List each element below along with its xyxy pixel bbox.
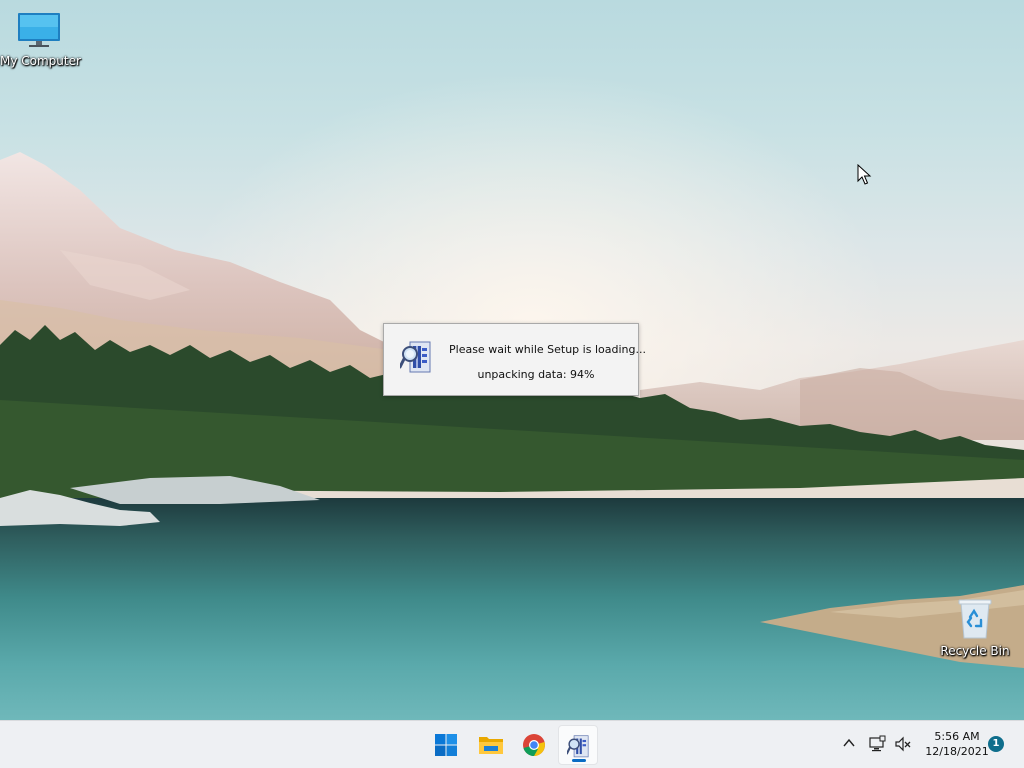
- desktop: My Computer Recycle Bin Please wait whil…: [0, 0, 1024, 720]
- taskbar: 5:56 AM 12/18/2021: [0, 720, 1024, 768]
- clock-time: 5:56 AM: [934, 730, 980, 743]
- windows-start-icon: [435, 734, 457, 756]
- desktop-icon-label: My Computer: [0, 54, 81, 68]
- monitor-icon: [18, 13, 60, 47]
- chrome-icon: [523, 734, 545, 756]
- chevron-up-icon[interactable]: [842, 736, 856, 750]
- mouse-cursor-icon: [857, 164, 872, 185]
- setup-installer-icon: [567, 735, 589, 758]
- taskbar-setup-button[interactable]: [558, 725, 598, 765]
- file-explorer-icon: [479, 737, 503, 754]
- recycle-bin-icon: [958, 599, 992, 639]
- desktop-icon-recycle-bin[interactable]: Recycle Bin: [935, 598, 1015, 658]
- desktop-icon-my-computer[interactable]: My Computer: [0, 10, 81, 68]
- setup-loading-dialog: Please wait while Setup is loading... un…: [383, 323, 646, 396]
- taskbar-chrome-button[interactable]: [514, 725, 554, 765]
- notification-badge[interactable]: 1: [988, 736, 1004, 752]
- start-button[interactable]: [426, 725, 466, 765]
- dialog-message: Please wait while Setup is loading...: [449, 343, 646, 356]
- taskbar-clock[interactable]: 5:56 AM 12/18/2021: [916, 729, 998, 759]
- dialog-status: unpacking data: 94%: [477, 368, 595, 381]
- network-icon[interactable]: [868, 735, 886, 753]
- volume-muted-icon[interactable]: [894, 735, 912, 753]
- clock-date: 12/18/2021: [925, 745, 989, 758]
- desktop-icon-label: Recycle Bin: [940, 644, 1010, 658]
- taskbar-file-explorer-button[interactable]: [470, 725, 510, 765]
- active-app-indicator: [572, 759, 586, 762]
